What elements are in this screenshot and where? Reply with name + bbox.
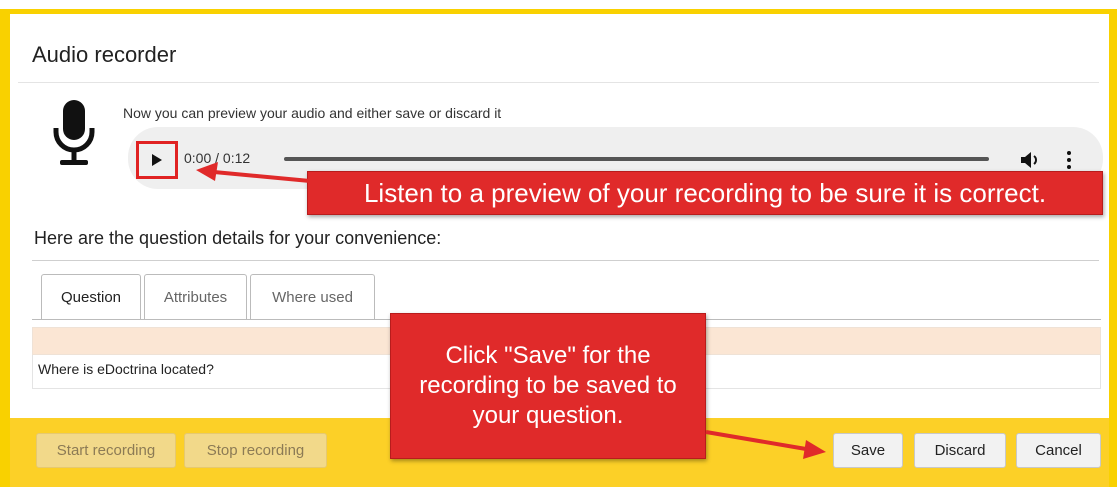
tab-question[interactable]: Question [41,274,141,320]
discard-button[interactable]: Discard [914,433,1006,468]
play-button[interactable] [136,141,178,179]
save-button[interactable]: Save [833,433,903,468]
play-icon [152,154,162,166]
volume-icon[interactable] [1020,151,1040,169]
tab-where-used[interactable]: Where used [250,274,375,320]
details-heading: Here are the question details for your c… [34,228,442,248]
title-divider [18,82,1099,83]
audio-progress-bar[interactable] [284,157,989,161]
preview-instructions: Now you can preview your audio and eithe… [123,105,502,121]
cancel-button[interactable]: Cancel [1016,433,1101,468]
tab-attributes[interactable]: Attributes [144,274,247,320]
details-divider [32,260,1099,261]
question-text: Where is eDoctrina located? [38,361,214,377]
more-options-icon[interactable] [1066,151,1072,169]
listen-callout: Listen to a preview of your recording to… [307,171,1103,215]
start-recording-button[interactable]: Start recording [36,433,176,468]
stop-recording-button[interactable]: Stop recording [184,433,327,468]
microphone-icon [53,100,95,165]
save-callout: Click "Save" for the recording to be sav… [390,313,706,459]
dialog-title: Audio recorder [32,42,177,67]
time-display: 0:00 / 0:12 [184,150,251,166]
